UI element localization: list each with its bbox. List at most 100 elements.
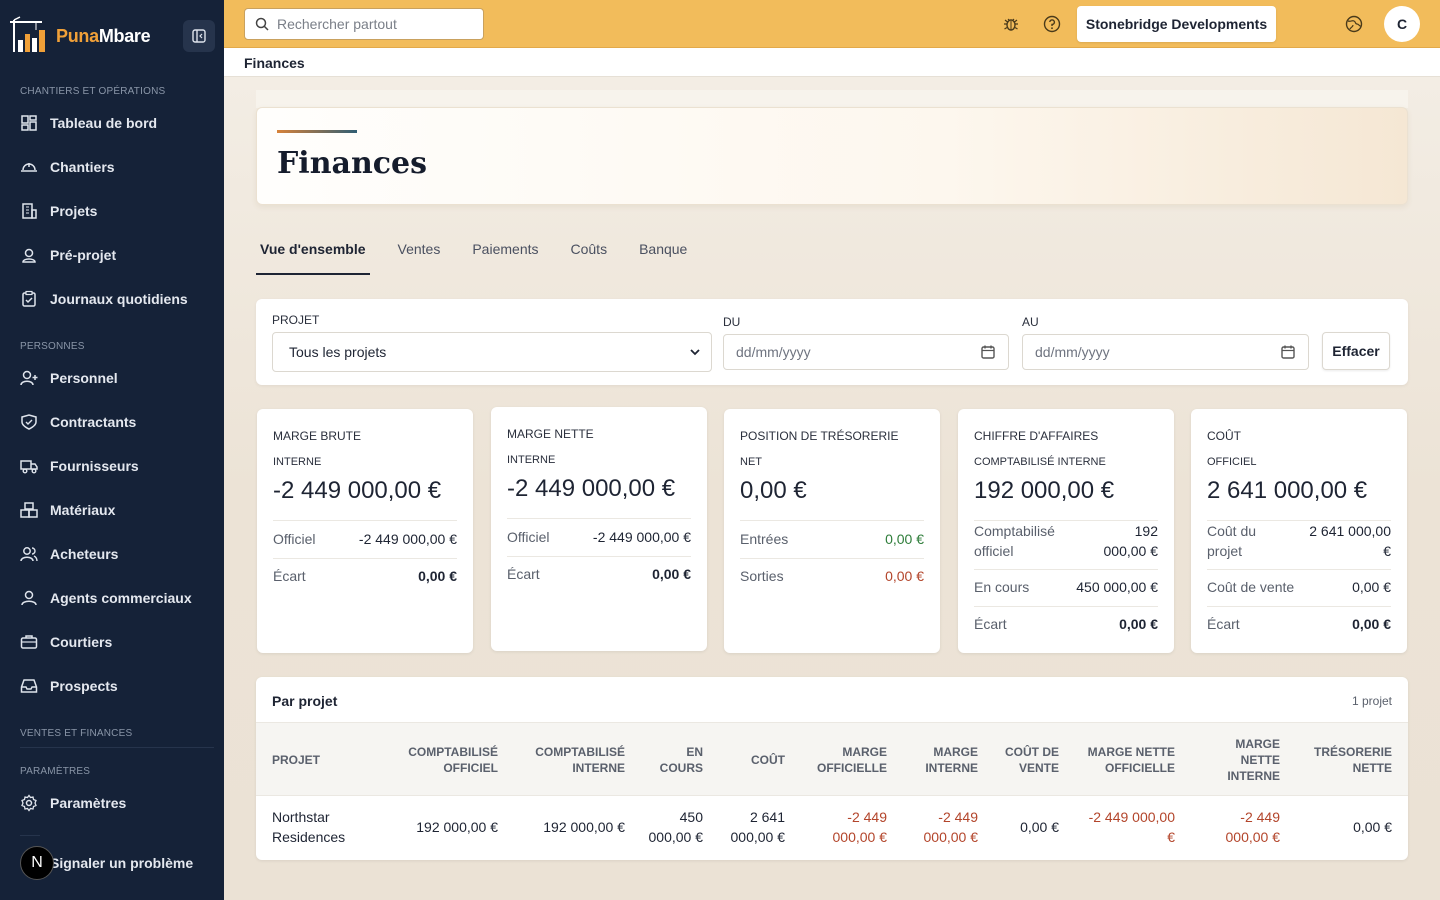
header-line: INTERNE <box>1227 769 1280 783</box>
calendar-icon <box>981 345 995 359</box>
row-key: Écart <box>974 616 1007 632</box>
tab-couts[interactable]: Coûts <box>555 241 624 275</box>
column-header[interactable]: MARGE NETTE OFFICIELLE <box>1088 744 1175 776</box>
tab-ventes[interactable]: Ventes <box>382 241 457 275</box>
to-date-input[interactable]: dd/mm/yyyy <box>1022 334 1309 370</box>
page-header: Finances <box>256 107 1408 205</box>
card-row: Écart 0,00 € <box>507 566 691 582</box>
row-key: Sorties <box>740 568 784 584</box>
sidebar-item-tableau-de-bord[interactable]: Tableau de bord <box>20 108 210 138</box>
tab-banque[interactable]: Banque <box>623 241 703 275</box>
header-line: INTERNE <box>572 761 625 775</box>
report-label: Signaler un problème <box>50 855 194 871</box>
main-content: Finances Vue d'ensemble Ventes Paiements… <box>224 77 1440 900</box>
row-value: -2 449 000,00 € <box>358 531 457 547</box>
report-problem-button[interactable]: N Signaler un problème <box>20 846 193 880</box>
company-switcher-button[interactable]: Stonebridge Developments <box>1077 6 1276 42</box>
card-sublabel: COMPTABILISÉ INTERNE <box>974 456 1106 468</box>
sidebar-item-materiaux[interactable]: Matériaux <box>20 495 210 525</box>
row-value: 2 641 000,00 € <box>1309 521 1391 561</box>
sidebar-item-contractants[interactable]: Contractants <box>20 407 210 437</box>
sidebar-item-projets[interactable]: Projets <box>20 196 210 226</box>
header-line: MARGE <box>1235 737 1280 751</box>
sidebar-item-chantiers[interactable]: Chantiers <box>20 152 210 182</box>
tab-paiements[interactable]: Paiements <box>456 241 554 275</box>
column-header[interactable]: PROJET <box>272 752 320 768</box>
collapse-sidebar-button[interactable] <box>183 20 215 52</box>
cell-line: -2 449 <box>847 809 887 825</box>
row-key-line: officiel <box>974 543 1014 559</box>
sidebar-item-journaux[interactable]: Journaux quotidiens <box>20 284 210 314</box>
sidebar-item-parametres[interactable]: Paramètres <box>20 788 210 818</box>
column-header[interactable]: COÛT DE VENTE <box>1005 744 1059 776</box>
sidebar-item-acheteurs[interactable]: Acheteurs <box>20 539 210 569</box>
card-row: Entrées 0,00 € <box>740 531 924 547</box>
header-line: COURS <box>659 761 703 775</box>
sidebar-item-fournisseurs[interactable]: Fournisseurs <box>20 451 210 481</box>
cell-line: 000,00 € <box>832 829 888 845</box>
table-header: PROJET COMPTABILISÉ OFFICIEL COMPTABILISÉ… <box>256 722 1408 796</box>
card-separator <box>974 569 1158 570</box>
clipboard-icon <box>22 290 36 307</box>
sidebar-item-label: Tableau de bord <box>50 115 158 131</box>
column-header[interactable]: TRÉSORERIE NETTE <box>1314 744 1392 776</box>
search-input[interactable]: Rechercher partout <box>244 8 484 40</box>
card-row: Écart 0,00 € <box>974 616 1158 632</box>
row-value-line: 192 <box>1134 523 1158 539</box>
sidebar-item-label: Prospects <box>50 678 118 694</box>
row-key: Officiel <box>273 531 316 547</box>
sidebar-item-pre-projet[interactable]: Pré-projet <box>20 240 210 270</box>
row-value: 0,00 € <box>1119 616 1158 632</box>
row-key: Coût du projet <box>1207 521 1256 561</box>
column-header[interactable]: MARGE OFFICIELLE <box>817 744 887 776</box>
column-header[interactable]: EN COURS <box>660 744 703 776</box>
sidebar-item-courtiers[interactable]: Courtiers <box>20 627 210 657</box>
cell-cout-de-vente: 0,00 € <box>1020 819 1059 835</box>
card-sublabel: NET <box>740 456 762 468</box>
header-line: VENTE <box>1018 761 1059 775</box>
row-value-line: 000,00 € <box>1103 543 1159 559</box>
topbar: Rechercher partout Stonebridge Developme… <box>224 0 1440 48</box>
cell-marge-nette-officielle: -2 449 000,00 € <box>1089 807 1175 847</box>
gear-icon <box>21 794 37 812</box>
from-date-input[interactable]: dd/mm/yyyy <box>723 334 1009 370</box>
card-label: COÛT <box>1207 429 1241 443</box>
card-sublabel: OFFICIEL <box>1207 456 1257 468</box>
sidebar-item-label: Paramètres <box>50 795 127 811</box>
sidebar-item-personnel[interactable]: Personnel <box>20 363 210 393</box>
card-label: MARGE NETTE <box>507 427 594 441</box>
cell-en-cours: 450 000,00 € <box>649 807 704 847</box>
column-header[interactable]: COMPTABILISÉ INTERNE <box>535 744 625 776</box>
header-line: COÛT DE <box>1005 745 1059 759</box>
project-select[interactable]: Tous les projets <box>272 332 712 372</box>
header-line: COMPTABILISÉ <box>535 745 625 759</box>
logo-text: PunaMbare <box>56 25 151 47</box>
kpi-card-chiffre-affaires: CHIFFRE D'AFFAIRES COMPTABILISÉ INTERNE … <box>958 409 1174 653</box>
sidebar-item-agents-commerciaux[interactable]: Agents commerciaux <box>20 583 210 613</box>
page-title: Finances <box>277 146 427 181</box>
cell-project[interactable]: Northstar Residences <box>272 807 345 847</box>
row-value: 0,00 € <box>652 566 691 582</box>
row-key-line: Comptabilisé <box>974 523 1055 539</box>
tab-vue-ensemble[interactable]: Vue d'ensemble <box>256 241 370 275</box>
inbox-icon <box>20 679 38 693</box>
bug-icon[interactable] <box>1001 14 1021 34</box>
logo-text-part1: Puna <box>56 25 99 46</box>
card-row: Écart 0,00 € <box>273 568 457 584</box>
card-sublabel: INTERNE <box>273 456 322 468</box>
sidebar-item-prospects[interactable]: Prospects <box>20 671 210 701</box>
column-header[interactable]: COMPTABILISÉ OFFICIEL <box>408 744 498 776</box>
cell-line: 000,00 € <box>1225 829 1281 845</box>
column-header[interactable]: MARGE INTERNE <box>925 744 978 776</box>
row-key: En cours <box>974 579 1030 595</box>
row-value-line: € <box>1383 543 1391 559</box>
user-avatar[interactable]: C <box>1384 6 1420 42</box>
column-header[interactable]: COÛT <box>751 752 785 768</box>
user-icon <box>21 590 37 606</box>
column-header[interactable]: MARGE NETTE INTERNE <box>1227 736 1280 784</box>
clear-filters-button[interactable]: Effacer <box>1322 332 1390 370</box>
help-icon[interactable] <box>1042 14 1062 34</box>
app-logo[interactable]: PunaMbare <box>8 16 151 56</box>
card-separator <box>1207 606 1391 607</box>
globe-icon[interactable] <box>1344 14 1364 34</box>
